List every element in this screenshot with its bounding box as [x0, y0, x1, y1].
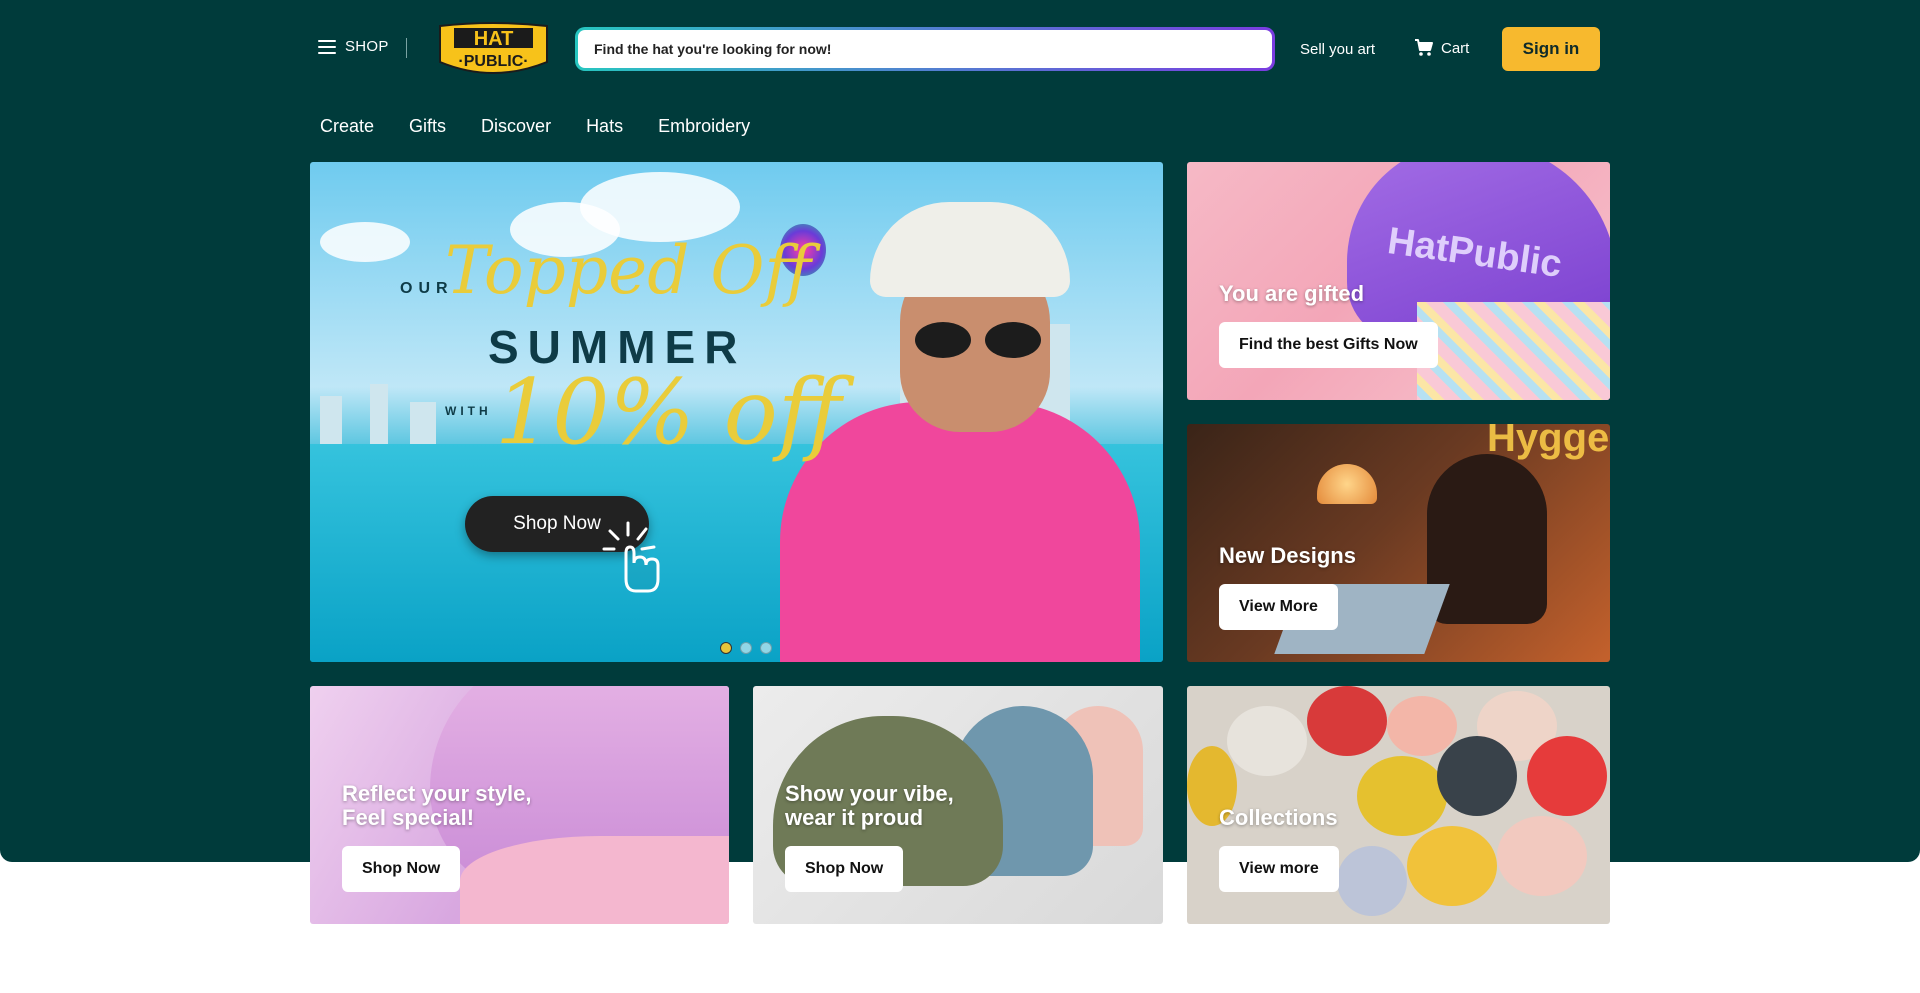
- reflect-style-card[interactable]: Reflect your style, Feel special! Shop N…: [310, 686, 729, 924]
- reflect-title-line-2: Feel special!: [342, 805, 475, 830]
- neon-sign-text: Hygge: [1487, 424, 1610, 460]
- gift-title: You are gifted: [1219, 281, 1365, 306]
- view-more-designs-button[interactable]: View More: [1219, 584, 1338, 630]
- cart-link[interactable]: Cart: [1414, 39, 1469, 57]
- svg-text:·PUBLIC·: ·PUBLIC·: [458, 53, 528, 70]
- search-box[interactable]: [575, 27, 1275, 71]
- nav-hats[interactable]: Hats: [586, 116, 623, 137]
- shop-label: SHOP: [345, 38, 389, 55]
- sign-in-button[interactable]: Sign in: [1502, 27, 1600, 71]
- pointer-hand-icon: [602, 521, 660, 593]
- show-vibe-card[interactable]: Show your vibe, wear it proud Shop Now: [753, 686, 1163, 924]
- carousel-dot-2[interactable]: [740, 642, 752, 654]
- building-shape: [410, 402, 436, 444]
- gift-box-image: [1417, 302, 1610, 400]
- cap-image: [1497, 816, 1587, 896]
- vibe-title-line-2: wear it proud: [785, 805, 924, 830]
- view-more-collections-button[interactable]: View more: [1219, 846, 1339, 892]
- building-shape: [320, 396, 342, 444]
- cap-image: [1357, 756, 1447, 836]
- nav-create[interactable]: Create: [320, 116, 374, 137]
- promo-with: WITH: [445, 404, 492, 418]
- desk-lamp-image: [1317, 464, 1377, 504]
- carousel-dots: [720, 642, 780, 654]
- sell-your-art-link[interactable]: Sell you art: [1300, 41, 1375, 58]
- designer-image: [1427, 454, 1547, 624]
- carousel-dot-3[interactable]: [760, 642, 772, 654]
- cart-icon: [1415, 39, 1433, 56]
- promo-our: OUR: [400, 280, 454, 297]
- reflect-shop-now-button[interactable]: Shop Now: [342, 846, 461, 892]
- main-nav: Create Gifts Discover Hats Embroidery: [320, 116, 785, 137]
- reflect-title: Reflect your style, Feel special!: [342, 782, 532, 830]
- nav-discover[interactable]: Discover: [481, 116, 551, 137]
- cart-label: Cart: [1441, 39, 1470, 57]
- gifts-button[interactable]: Find the best Gifts Now: [1219, 322, 1438, 368]
- cap-image: [1227, 706, 1307, 776]
- cloud-shape: [320, 222, 410, 262]
- hamburger-icon: [318, 39, 336, 54]
- building-shape: [370, 384, 388, 444]
- cap-brim-image: [460, 836, 729, 924]
- nav-gifts[interactable]: Gifts: [409, 116, 446, 137]
- collections-card[interactable]: Collections View more: [1187, 686, 1610, 924]
- collections-title: Collections: [1219, 805, 1338, 830]
- cap-image: [1387, 696, 1457, 756]
- cap-image: [1407, 826, 1497, 906]
- new-designs-title: New Designs: [1219, 543, 1356, 568]
- vibe-shop-now-button[interactable]: Shop Now: [785, 846, 904, 892]
- promo-topped: Topped Off: [445, 232, 812, 309]
- site-header: SHOP HAT ·PUBLIC· Sell you art Cart Sign…: [0, 0, 1920, 100]
- new-designs-card[interactable]: Hygge New Designs View More: [1187, 424, 1610, 662]
- promo-discount: 10% off: [495, 360, 842, 465]
- svg-text:HAT: HAT: [474, 28, 514, 50]
- hero-banner[interactable]: Topped Off OUR SUMMER WITH 10% off Shop …: [310, 162, 1163, 662]
- cap-image: [1337, 846, 1407, 916]
- shop-menu-button[interactable]: SHOP: [318, 38, 389, 55]
- model-cap: [870, 202, 1070, 297]
- vibe-title: Show your vibe, wear it proud: [785, 782, 954, 830]
- reflect-title-line-1: Reflect your style,: [342, 781, 532, 806]
- gift-card[interactable]: HatPublic You are gifted Find the best G…: [1187, 162, 1610, 400]
- cap-image: [1437, 736, 1517, 816]
- cap-image: [1527, 736, 1607, 816]
- search-input[interactable]: [592, 40, 1272, 58]
- hatpublic-logo[interactable]: HAT ·PUBLIC·: [434, 22, 553, 80]
- vibe-title-line-1: Show your vibe,: [785, 781, 954, 806]
- sunglasses: [915, 322, 1045, 358]
- cap-image: [1307, 686, 1387, 756]
- header-divider: [406, 38, 407, 58]
- nav-embroidery[interactable]: Embroidery: [658, 116, 750, 137]
- carousel-dot-1[interactable]: [720, 642, 732, 654]
